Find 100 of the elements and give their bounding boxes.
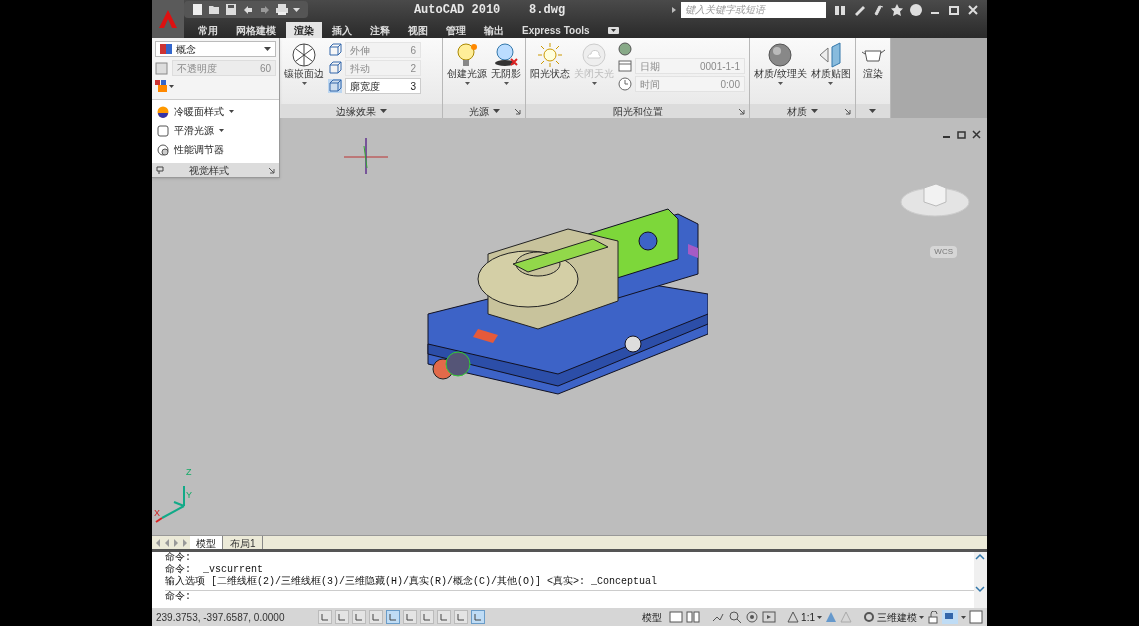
menu-item[interactable]: 性能调节器 (152, 140, 279, 159)
restore-icon[interactable] (948, 3, 960, 16)
ribbon-tab[interactable]: 常用 (190, 22, 226, 38)
window-title: AutoCAD 2010 8.dwg (412, 1, 567, 19)
calendar-icon (618, 59, 632, 73)
caret-icon[interactable] (961, 615, 966, 619)
ribbon-tab[interactable]: 视图 (400, 22, 436, 38)
ribbon-button[interactable]: 阳光状态 (530, 42, 570, 80)
ribbon-tab[interactable]: 管理 (438, 22, 474, 38)
ribbon-tab[interactable]: 网格建模 (228, 22, 284, 38)
light-bulb-icon (454, 42, 480, 68)
panel-title: 光源 (468, 104, 489, 119)
menu-item[interactable]: 平滑光源 (152, 121, 279, 140)
sphere-shadow-icon (493, 42, 519, 68)
caret-icon[interactable] (492, 109, 500, 113)
caret-icon (219, 129, 224, 132)
sphere-mesh-icon (291, 42, 317, 68)
edge-setting-field[interactable]: 廓宽度 3 (345, 78, 421, 94)
panel-title: 阳光和位置 (612, 104, 663, 119)
workspace-button[interactable]: 三维建模 (863, 609, 924, 625)
cube-icon[interactable] (328, 43, 342, 57)
panel-launcher-icon[interactable] (514, 107, 521, 115)
search-field[interactable]: 键入关键字或短语 (681, 1, 826, 18)
ribbon-toggle-icon[interactable] (607, 27, 619, 34)
caret-icon[interactable] (869, 109, 877, 113)
caret-icon (828, 82, 834, 85)
caret-icon (301, 82, 307, 85)
restore-icon[interactable] (957, 130, 966, 139)
panel-title: 边缘效果 (335, 104, 376, 119)
ribbon-button[interactable]: 无阴影 (491, 42, 521, 85)
command-prompt[interactable]: 命令: (165, 590, 974, 603)
ribbon-button[interactable]: 镶嵌面边 (284, 42, 324, 85)
panel-title: 材质 (786, 104, 807, 119)
panel-title: 视觉样式 (189, 163, 229, 178)
globe-icon[interactable] (618, 42, 632, 56)
gauge-icon (157, 143, 169, 156)
viewports-icon[interactable] (686, 611, 701, 623)
ribbon-tab[interactable]: 输出 (476, 22, 512, 38)
caret-icon (817, 615, 822, 619)
caret-icon[interactable] (810, 109, 818, 113)
clean-screen-icon[interactable] (969, 610, 983, 624)
caret-icon (169, 84, 174, 88)
ribbon-tab[interactable]: 插入 (324, 22, 360, 38)
caret-icon (503, 82, 509, 85)
ribbon-tab[interactable]: 注释 (362, 22, 398, 38)
clock-icon (618, 77, 632, 91)
caret-icon[interactable] (293, 7, 300, 12)
visual-style-dropdown[interactable]: 概念 (155, 41, 276, 57)
caret-icon (777, 82, 783, 85)
new-file-icon[interactable] (192, 3, 203, 16)
ribbon-tab[interactable]: 渲染 (286, 22, 322, 38)
print-icon[interactable] (276, 3, 288, 16)
caret-icon[interactable] (379, 109, 387, 113)
menu-item[interactable]: 冷暖面样式 (152, 102, 279, 121)
annotation-scale-button[interactable]: 1:1 (787, 609, 822, 625)
style-swatch-icon (160, 43, 172, 55)
close-icon[interactable] (972, 130, 981, 139)
panel-launcher-icon[interactable] (738, 107, 745, 115)
cubes-icon (155, 80, 167, 92)
show-motion-icon[interactable] (762, 611, 777, 623)
crosshair-cursor-icon (344, 138, 388, 174)
model-space-button[interactable]: 模型 (638, 609, 667, 625)
command-history-line: 命令: (165, 552, 192, 564)
sphere-icon (157, 105, 169, 118)
expand-icon[interactable] (671, 5, 677, 14)
coordinates-readout: 239.3753, -397.6587, 0.0000 (155, 610, 286, 625)
redo-icon[interactable] (259, 3, 271, 16)
zoom-icon[interactable] (728, 610, 743, 624)
scroll-up-icon[interactable] (974, 552, 986, 562)
sphere-icon (767, 42, 794, 68)
scroll-down-icon[interactable] (974, 584, 986, 594)
caret-icon (264, 47, 271, 51)
triangle-icon (787, 611, 800, 623)
caret-icon (919, 615, 924, 619)
caret-icon (591, 82, 597, 85)
caret-icon (229, 110, 234, 113)
pin-icon[interactable] (156, 165, 165, 175)
ribbon-tab[interactable]: Express Tools (514, 22, 598, 38)
layout-icon[interactable] (669, 611, 684, 623)
caret-icon (464, 82, 470, 85)
folder-icon[interactable] (208, 3, 220, 16)
layout-tab[interactable]: 模型 (190, 536, 223, 549)
autocad-logo-icon (158, 8, 178, 30)
lock-icon[interactable] (927, 610, 939, 624)
cube-icon[interactable] (328, 79, 342, 93)
material-map-icon (817, 42, 844, 68)
ribbon-button[interactable]: 材质贴图 (810, 42, 851, 85)
sun-icon (537, 42, 563, 68)
square-icon (157, 124, 169, 137)
panel-launcher-icon[interactable] (843, 107, 851, 115)
panel-launcher-icon[interactable] (268, 166, 275, 174)
scrollbar[interactable] (974, 552, 987, 608)
command-history-line: 输入选项 [二维线框(2)/三维线框(3)/三维隐藏(H)/真实(R)/概念(C)/其他(O)] <真实>: _Conceptual (165, 576, 659, 588)
hardware-acceleration-icon[interactable] (942, 610, 958, 624)
star-icon[interactable] (891, 3, 903, 16)
ribbon-button[interactable]: 创建光源 (447, 42, 487, 85)
cube-icon[interactable] (328, 61, 342, 75)
save-icon[interactable] (225, 3, 237, 16)
ribbon-button[interactable]: 材质/纹理关 (754, 42, 807, 85)
command-history-line: 命令: _vscurrent (165, 564, 264, 575)
